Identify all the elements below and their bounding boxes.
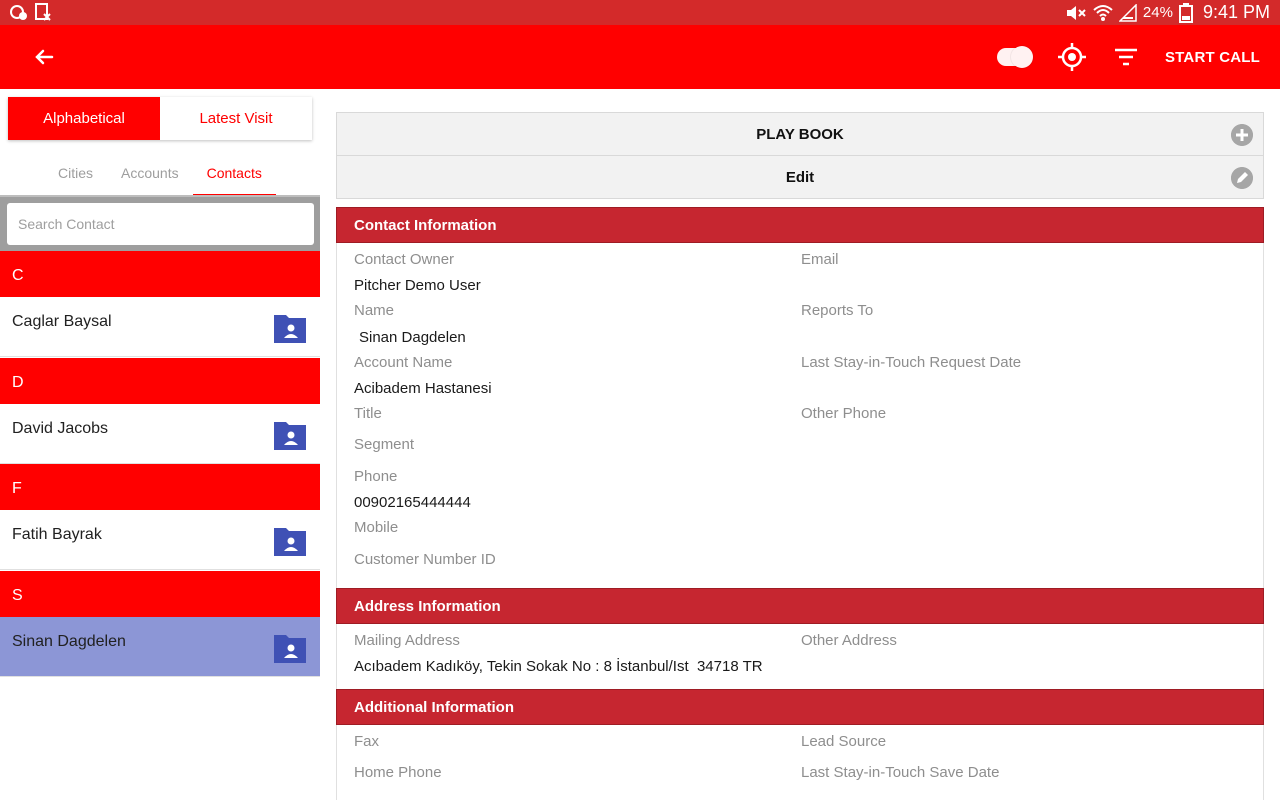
tab-cities[interactable]: Cities <box>44 157 107 196</box>
start-call-button[interactable]: START CALL <box>1165 49 1260 66</box>
field-label-last-sit-request-date: Last Stay-in-Touch Request Date <box>801 354 1022 371</box>
toggle-icon[interactable] <box>996 46 1033 68</box>
sort-segmented-control: Alphabetical Latest Visit <box>8 97 312 140</box>
segment-latest-visit[interactable]: Latest Visit <box>160 97 312 140</box>
section-contact-information: Contact Information <box>336 207 1264 243</box>
sidebar-tabs: Cities Accounts Contacts <box>0 157 320 197</box>
field-label-mobile: Mobile <box>354 519 399 536</box>
search-bar <box>0 197 320 251</box>
field-value-name: Sinan Dagdelen <box>359 329 466 346</box>
section-additional-information: Additional Information <box>336 689 1264 725</box>
field-label-mailing-address: Mailing Address <box>354 632 460 649</box>
field-value-phone: 00902165444444 <box>354 494 471 511</box>
search-contact-input[interactable] <box>7 203 314 245</box>
edit-label: Edit <box>785 168 815 186</box>
field-label-phone: Phone <box>354 468 398 485</box>
contact-name: Fatih Bayrak <box>12 526 102 543</box>
additional-info-panel: Fax Lead Source Home Phone Last Stay-in-… <box>336 725 1264 800</box>
play-book-label: PLAY BOOK <box>756 125 844 143</box>
location-target-icon[interactable] <box>1057 42 1087 72</box>
add-circle-icon[interactable] <box>1231 124 1253 146</box>
clock: 9:41 PM <box>1202 2 1270 22</box>
status-bar: 24% 9:41 PM <box>0 0 1280 25</box>
section-address-information: Address Information <box>336 588 1264 624</box>
field-label-contact-owner: Contact Owner <box>354 251 455 268</box>
section-header-s: S <box>0 571 320 617</box>
mute-icon <box>1066 5 1086 20</box>
battery-percent: 24% <box>1142 4 1173 21</box>
segment-alphabetical[interactable]: Alphabetical <box>8 97 160 140</box>
filter-icon[interactable] <box>1113 46 1139 68</box>
contact-folder-icon[interactable] <box>274 526 306 556</box>
sidebar: Alphabetical Latest Visit Cities Account… <box>0 89 320 800</box>
field-value-contact-owner: Pitcher Demo User <box>354 277 481 294</box>
contact-list-item[interactable]: David Jacobs <box>0 404 320 464</box>
section-header-f: F <box>0 464 320 510</box>
back-button[interactable] <box>30 43 58 71</box>
contact-list-item[interactable]: Caglar Baysal <box>0 297 320 357</box>
contact-name: Caglar Baysal <box>12 313 112 330</box>
field-label-lead-source: Lead Source <box>801 733 887 750</box>
contact-name: David Jacobs <box>12 420 109 437</box>
field-label-other-phone: Other Phone <box>801 405 887 422</box>
signal-icon <box>1118 3 1137 22</box>
edit-button[interactable]: Edit <box>336 155 1264 199</box>
contact-folder-icon[interactable] <box>274 420 306 450</box>
field-label-reports-to: Reports To <box>801 302 874 319</box>
document-icon <box>35 3 51 21</box>
field-label-last-sit-save-date: Last Stay-in-Touch Save Date <box>801 764 1000 781</box>
section-header-c: C <box>0 251 320 297</box>
contact-list-item-selected[interactable]: Sinan Dagdelen <box>0 617 320 677</box>
tab-accounts[interactable]: Accounts <box>107 157 193 196</box>
sync-icon <box>10 5 27 20</box>
field-value-mailing-address: Acıbadem Kadıköy, Tekin Sokak No : 8 İst… <box>354 658 763 675</box>
address-info-panel: Mailing Address Acıbadem Kadıköy, Tekin … <box>336 624 1264 689</box>
field-label-title: Title <box>354 405 382 422</box>
app-bar: START CALL <box>0 25 1280 89</box>
back-arrow-icon <box>35 49 54 65</box>
section-header-d: D <box>0 358 320 404</box>
tab-contacts[interactable]: Contacts <box>192 157 276 196</box>
field-value-account-name: Acibadem Hastanesi <box>354 380 492 397</box>
contact-folder-icon[interactable] <box>274 313 306 343</box>
field-label-fax: Fax <box>354 733 380 750</box>
field-label-segment: Segment <box>354 436 415 453</box>
wifi-icon <box>1093 4 1113 21</box>
field-label-other-address: Other Address <box>801 632 897 649</box>
edit-pencil-icon[interactable] <box>1231 167 1253 189</box>
contact-list-item[interactable]: Fatih Bayrak <box>0 510 320 570</box>
contact-detail: PLAY BOOK Edit Contact Information Conta… <box>336 112 1264 800</box>
field-label-account-name: Account Name <box>354 354 453 371</box>
battery-icon <box>1178 2 1193 23</box>
field-label-name: Name <box>354 302 395 319</box>
field-label-home-phone: Home Phone <box>354 764 442 781</box>
contact-folder-icon[interactable] <box>274 633 306 663</box>
contact-name: Sinan Dagdelen <box>12 633 126 650</box>
field-label-email: Email <box>801 251 839 268</box>
contact-info-panel: Contact Owner Pitcher Demo User Email Na… <box>336 243 1264 588</box>
play-book-button[interactable]: PLAY BOOK <box>336 112 1264 156</box>
field-label-customer-number-id: Customer Number ID <box>354 551 496 568</box>
